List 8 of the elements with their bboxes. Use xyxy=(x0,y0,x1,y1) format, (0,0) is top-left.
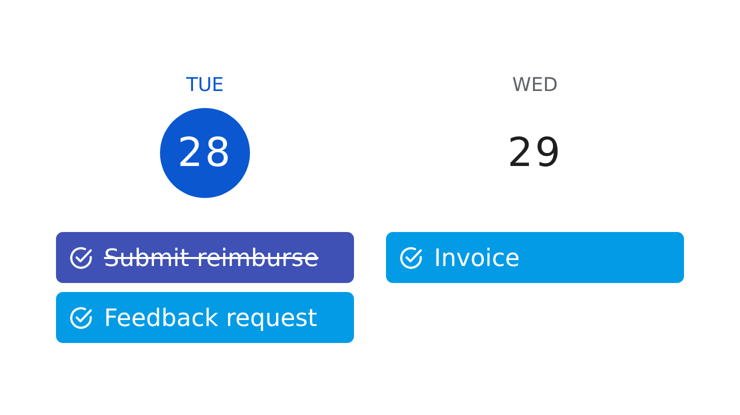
check-circle-icon xyxy=(398,244,424,270)
check-circle-icon xyxy=(68,244,94,270)
weekday-label: TUE xyxy=(186,73,224,98)
weekday-label: WED xyxy=(512,73,558,98)
check-circle-icon xyxy=(68,304,94,330)
date-number[interactable]: 28 xyxy=(160,108,250,198)
task-chip[interactable]: Submit reimburse xyxy=(56,232,354,283)
date-number[interactable]: 29 xyxy=(490,108,580,198)
